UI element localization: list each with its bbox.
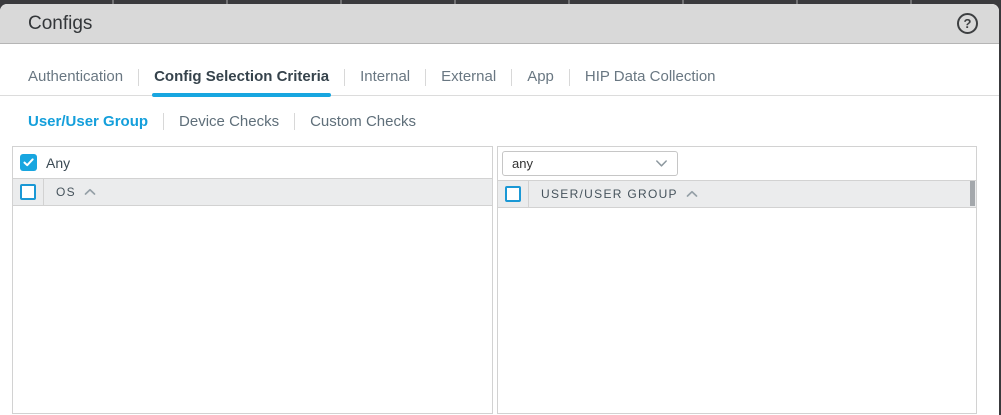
tab-separator	[425, 69, 426, 86]
subtab-custom-checks[interactable]: Custom Checks	[310, 113, 416, 130]
tab-separator	[511, 69, 512, 86]
user-group-panel: any USER/USER GROUP	[497, 146, 977, 414]
check-icon	[23, 158, 34, 167]
match-dropdown-value: any	[512, 156, 533, 171]
sub-tab-bar: User/User Group Device Checks Custom Che…	[0, 108, 999, 134]
chevron-up-icon	[686, 190, 698, 198]
any-checkbox[interactable]	[20, 154, 37, 171]
match-dropdown-row: any	[498, 147, 976, 180]
dialog-title: Configs	[28, 13, 92, 35]
main-tab-bar: Authentication Config Selection Criteria…	[0, 59, 999, 96]
any-row: Any	[13, 147, 492, 178]
tab-internal[interactable]: Internal	[360, 60, 410, 95]
tab-separator	[344, 69, 345, 86]
vertical-scrollbar-thumb[interactable]	[970, 181, 975, 206]
tab-config-selection-criteria[interactable]: Config Selection Criteria	[154, 60, 329, 95]
subtab-separator	[294, 113, 295, 130]
os-column-label: OS	[56, 185, 76, 199]
os-table-header: OS	[13, 178, 492, 206]
user-group-column-label: USER/USER GROUP	[541, 187, 678, 201]
configs-dialog: Configs ? Authentication Config Selectio…	[0, 4, 999, 415]
subtab-device-checks[interactable]: Device Checks	[179, 113, 279, 130]
criteria-panels: Any OS any	[0, 146, 999, 414]
help-icon[interactable]: ?	[957, 13, 978, 34]
subtab-user-user-group[interactable]: User/User Group	[28, 113, 148, 130]
user-group-select-all-checkbox[interactable]	[505, 186, 521, 202]
tab-external[interactable]: External	[441, 60, 496, 95]
user-group-column-header[interactable]: USER/USER GROUP	[541, 187, 698, 201]
user-group-table-header: USER/USER GROUP	[498, 180, 976, 208]
subtab-separator	[163, 113, 164, 130]
os-select-all-checkbox[interactable]	[20, 184, 36, 200]
any-checkbox-label: Any	[46, 155, 70, 171]
tab-hip-data-collection[interactable]: HIP Data Collection	[585, 60, 716, 95]
os-select-all-cell	[13, 179, 44, 205]
tab-separator	[569, 69, 570, 86]
tab-separator	[138, 69, 139, 86]
dialog-titlebar: Configs ?	[0, 4, 999, 44]
chevron-up-icon	[84, 188, 96, 196]
match-dropdown[interactable]: any	[502, 151, 678, 176]
os-panel: Any OS	[12, 146, 493, 414]
tab-app[interactable]: App	[527, 60, 554, 95]
os-column-header[interactable]: OS	[56, 185, 96, 199]
user-group-select-all-cell	[498, 181, 529, 207]
tab-authentication[interactable]: Authentication	[28, 60, 123, 95]
chevron-down-icon	[655, 159, 668, 168]
